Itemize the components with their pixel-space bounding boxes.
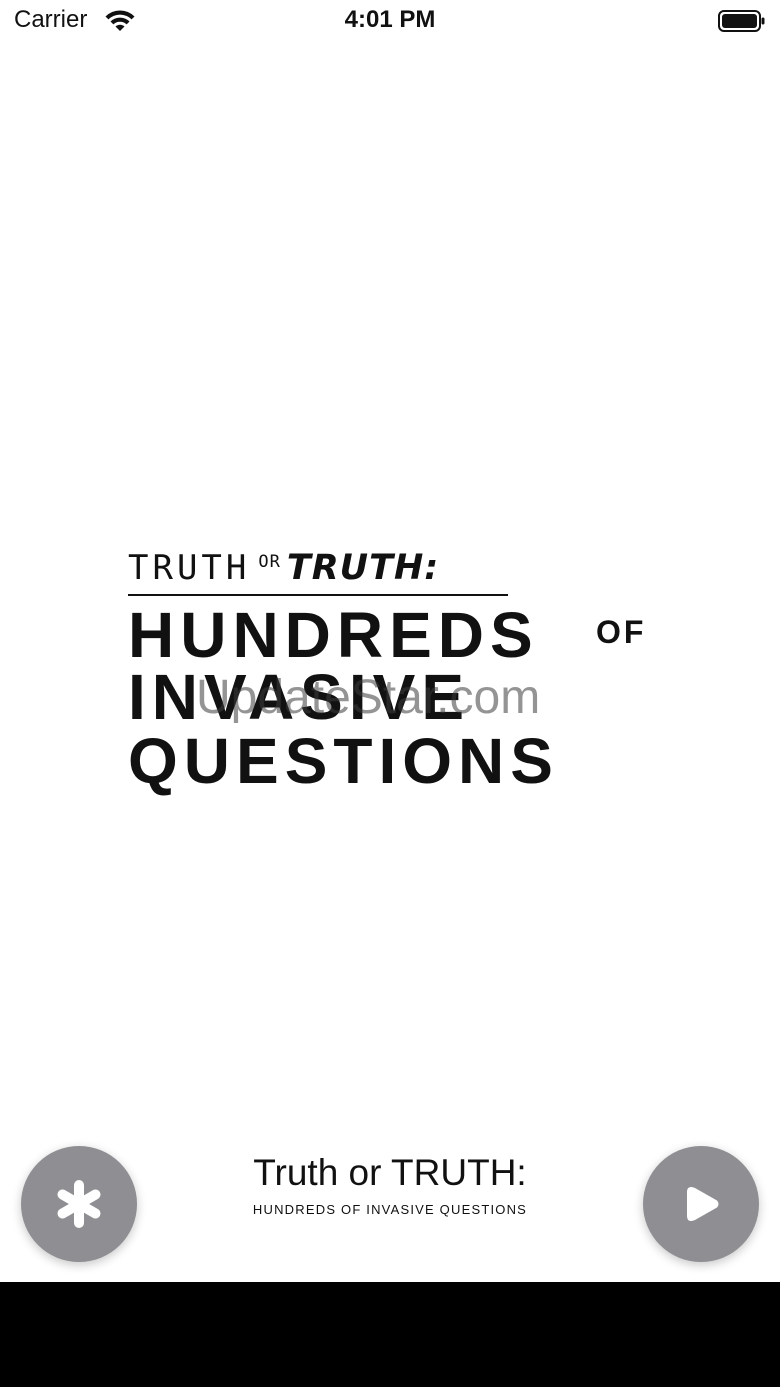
bottom-black-bar (0, 1282, 780, 1387)
logo-of: OF (596, 614, 647, 650)
app-screen: Carrier 4:01 PM TRUTH OR TRUTH: HUNDREDS O… (0, 0, 780, 1387)
logo-tagline: TRUTH OR TRUTH: (128, 548, 439, 590)
logo-or-text: OR (258, 552, 281, 572)
play-icon (687, 1187, 719, 1221)
battery-icon (718, 10, 765, 32)
logo-truth-text: TRUTH (128, 548, 251, 588)
logo-hundreds: HUNDREDS (128, 599, 539, 671)
logo-truth-caps-text: TRUTH: (286, 548, 440, 588)
logo-questions: QUESTIONS (128, 725, 559, 797)
status-time: 4:01 PM (344, 6, 436, 33)
app-logo: TRUTH OR TRUTH: HUNDREDS OF INVASIVE QUEST… (128, 548, 668, 793)
logo-divider (128, 594, 508, 596)
status-bar: Carrier 4:01 PM (0, 0, 780, 44)
watermark: UpdateStar.com (196, 671, 541, 724)
play-button[interactable] (643, 1146, 759, 1262)
